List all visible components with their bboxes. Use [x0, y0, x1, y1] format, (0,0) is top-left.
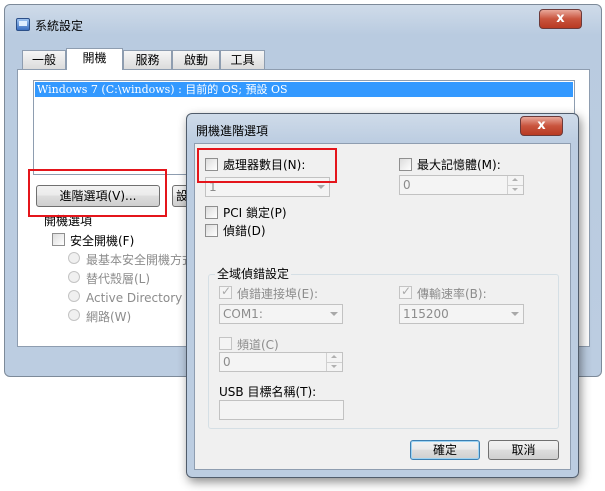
- safe-boot-checkbox[interactable]: [52, 233, 65, 246]
- dialog-close-button[interactable]: x: [520, 116, 563, 136]
- chevron-down-icon: [511, 312, 519, 316]
- ok-button[interactable]: 確定: [410, 440, 480, 460]
- baud-rate-checkbox[interactable]: [399, 284, 412, 299]
- global-debug-title: 全域偵錯設定: [215, 265, 292, 282]
- max-memory-spinner[interactable]: 0: [399, 175, 524, 195]
- channel-checkbox[interactable]: [219, 337, 232, 350]
- dialog-title: 開機進階選項: [196, 124, 269, 138]
- tab-general[interactable]: 一般: [22, 50, 66, 70]
- tab-tools[interactable]: 工具: [220, 50, 265, 70]
- annotation-highlight-processors: [197, 148, 337, 183]
- cancel-button[interactable]: 取消: [488, 440, 559, 460]
- tab-boot[interactable]: 開機: [66, 48, 123, 70]
- baud-rate-combo[interactable]: 115200: [399, 304, 524, 324]
- max-memory-checkbox[interactable]: [399, 158, 412, 171]
- channel-label: 頻道(C): [237, 338, 279, 352]
- boot-entry-item[interactable]: Windows 7 (C:\windows) : 目前的 OS; 預設 OS: [35, 82, 573, 97]
- safe-boot-alternate-shell-radio[interactable]: [68, 271, 80, 283]
- safe-boot-network-label: 網路(W): [86, 310, 132, 324]
- chevron-down-icon: [330, 312, 338, 316]
- pci-lock-label: PCI 鎖定(P): [223, 206, 287, 220]
- main-close-button[interactable]: x: [539, 9, 582, 29]
- safe-boot-ad-repair-radio[interactable]: [68, 290, 80, 302]
- system-config-app-icon: [16, 18, 30, 31]
- debug-checkbox[interactable]: [205, 224, 218, 237]
- tab-services[interactable]: 服務: [123, 50, 172, 70]
- annotation-highlight-advanced: [28, 169, 167, 217]
- chevron-down-icon: [317, 185, 325, 189]
- debug-port-label: 偵錯連接埠(E):: [237, 287, 318, 301]
- baud-rate-label: 傳輸速率(B):: [417, 287, 487, 301]
- usb-target-label: USB 目標名稱(T):: [219, 385, 317, 399]
- tab-startup[interactable]: 啟動: [172, 50, 220, 70]
- safe-boot-alternate-shell-label: 替代殼層(L): [86, 272, 151, 286]
- spin-down-icon[interactable]: [507, 185, 523, 194]
- safe-boot-label: 安全開機(F): [70, 234, 135, 248]
- dialog-body: 處理器數目(N): 1 最大記憶體(M): 0 PCI 鎖定(P) 偵錯(D) …: [194, 143, 571, 470]
- baud-rate-value: 115200: [403, 307, 449, 321]
- debug-label: 偵錯(D): [223, 224, 266, 238]
- debug-port-value: COM1:: [223, 307, 263, 321]
- channel-value: 0: [223, 355, 231, 369]
- spin-down-icon[interactable]: [326, 362, 342, 371]
- channel-spinner[interactable]: 0: [219, 352, 343, 372]
- pci-lock-checkbox[interactable]: [205, 206, 218, 219]
- max-memory-label: 最大記憶體(M):: [417, 158, 501, 172]
- debug-port-combo[interactable]: COM1:: [219, 304, 343, 324]
- safe-boot-network-radio[interactable]: [68, 309, 80, 321]
- debug-port-checkbox[interactable]: [219, 284, 232, 299]
- usb-target-input[interactable]: [219, 400, 344, 420]
- max-memory-value: 0: [403, 178, 411, 192]
- window-title: 系統設定: [35, 19, 84, 33]
- safe-boot-minimal-radio[interactable]: [68, 252, 80, 264]
- safe-boot-minimal-label: 最基本安全開機方式: [86, 253, 195, 267]
